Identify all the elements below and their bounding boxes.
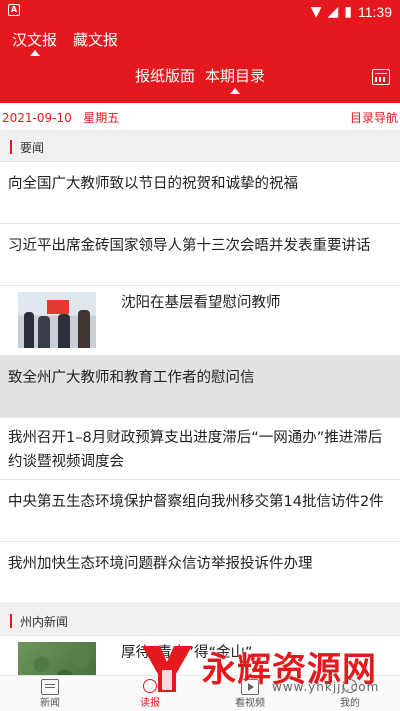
section-marker — [10, 140, 12, 154]
article-title: 厚待“青山”得“金山” — [121, 645, 253, 661]
selected-caret-icon — [29, 50, 40, 56]
list-item[interactable]: 我州加快生态环境问题群众信访举报投诉件办理 — [0, 542, 400, 604]
tab-label: 读报 — [140, 698, 160, 709]
date-row: 2021-09-10 星期五 目录导航 — [0, 103, 400, 129]
list-item[interactable]: 习近平出席金砖国家领导人第十三次会晤并发表重要讲话 — [0, 224, 400, 286]
list-item[interactable]: 向全国广大教师致以节日的祝贺和诚挚的祝福 — [0, 162, 400, 224]
article-title: 致全州广大教师和教育工作者的慰问信 — [8, 370, 255, 386]
article-title: 向全国广大教师致以节日的祝贺和诚挚的祝福 — [8, 176, 298, 192]
tab-watch-video[interactable]: 看视频 — [200, 676, 300, 711]
section-header: 要闻 — [0, 130, 400, 162]
status-icons: ▼ ◢ ▮ 11:39 — [311, 2, 392, 22]
article-title: 中央第五生态环境保护督察组向我州移交第14批信访件2件 — [8, 494, 384, 510]
wifi-icon: ▼ — [310, 4, 322, 20]
section-header: 州内新闻 — [0, 604, 400, 636]
list-item[interactable]: 中央第五生态环境保护督察组向我州移交第14批信访件2件 — [0, 480, 400, 542]
section-label: 州内新闻 — [20, 615, 69, 629]
status-time: 11:39 — [358, 4, 392, 20]
tab-label: 我的 — [340, 698, 360, 709]
date-value: 2021-09-10 — [2, 111, 72, 125]
app-screen: A ▼ ◢ ▮ 11:39 汉文报 藏文报 报纸版面 本期目录 2021-09-… — [0, 0, 400, 711]
signal-icon: ◢ — [327, 4, 339, 20]
list-item[interactable]: 厚待“青山”得“金山” — [0, 636, 400, 675]
language-tabs: 汉文报 藏文报 — [10, 30, 120, 56]
article-title: 沈阳在基层看望慰问教师 — [121, 295, 281, 311]
reader-icon — [143, 679, 157, 693]
article-thumbnail — [18, 642, 96, 675]
weekday: 星期五 — [83, 111, 120, 125]
app-notification-icon: A — [8, 4, 20, 16]
tab-chinese-edition[interactable]: 汉文报 — [10, 30, 59, 56]
paper-tabs: 报纸版面 本期目录 — [0, 64, 400, 94]
article-title: 习近平出席金砖国家领导人第十三次会晤并发表重要讲话 — [8, 238, 371, 254]
newspaper-icon — [41, 679, 59, 695]
thumbnail-detail — [24, 312, 34, 348]
section-marker — [10, 614, 12, 628]
tab-label: 看视频 — [235, 698, 265, 709]
contents-nav-link[interactable]: 目录导航 — [350, 109, 398, 126]
tab-news[interactable]: 新闻 — [0, 676, 100, 711]
list-item[interactable]: 致全州广大教师和教育工作者的慰问信 — [0, 356, 400, 418]
article-thumbnail — [18, 292, 96, 348]
thumbnail-detail — [38, 316, 50, 348]
tab-paper-layout[interactable]: 报纸版面 — [135, 64, 195, 94]
tab-label: 藏文报 — [73, 31, 119, 49]
video-icon — [241, 679, 259, 695]
article-title: 我州召开1–8月财政预算支出进度滞后“一网通办”推进滞后约谈暨视频调度会 — [8, 430, 383, 470]
tab-read-paper[interactable]: 读报 — [100, 676, 200, 711]
tab-tibetan-edition[interactable]: 藏文报 — [71, 30, 120, 56]
status-bar: A ▼ ◢ ▮ 11:39 — [0, 0, 400, 24]
tab-label: 本期目录 — [205, 67, 266, 85]
section-label: 要闻 — [20, 141, 45, 155]
tab-label: 新闻 — [40, 698, 60, 709]
tab-profile[interactable]: 我的 — [300, 676, 400, 711]
tab-issue-contents[interactable]: 本期目录 — [205, 64, 265, 94]
bottom-tab-bar: 新闻 读报 看视频 我的 — [0, 675, 400, 711]
article-title: 我州加快生态环境问题群众信访举报投诉件办理 — [8, 556, 313, 572]
tab-label: 报纸版面 — [134, 67, 195, 85]
thumbnail-detail — [58, 314, 70, 348]
selected-caret-icon — [230, 88, 240, 94]
tab-label: 汉文报 — [12, 31, 58, 49]
contents-list[interactable]: 要闻 向全国广大教师致以节日的祝贺和诚挚的祝福 习近平出席金砖国家领导人第十三次… — [0, 130, 400, 675]
issue-date: 2021-09-10 星期五 — [2, 109, 119, 126]
list-item[interactable]: 沈阳在基层看望慰问教师 — [0, 286, 400, 356]
battery-icon: ▮ — [344, 4, 352, 20]
thumbnail-detail — [47, 300, 69, 314]
profile-icon — [343, 679, 357, 693]
thumbnail-detail — [78, 310, 90, 348]
layout-grid-icon[interactable] — [372, 69, 390, 85]
list-item[interactable]: 我州召开1–8月财政预算支出进度滞后“一网通办”推进滞后约谈暨视频调度会 — [0, 418, 400, 480]
